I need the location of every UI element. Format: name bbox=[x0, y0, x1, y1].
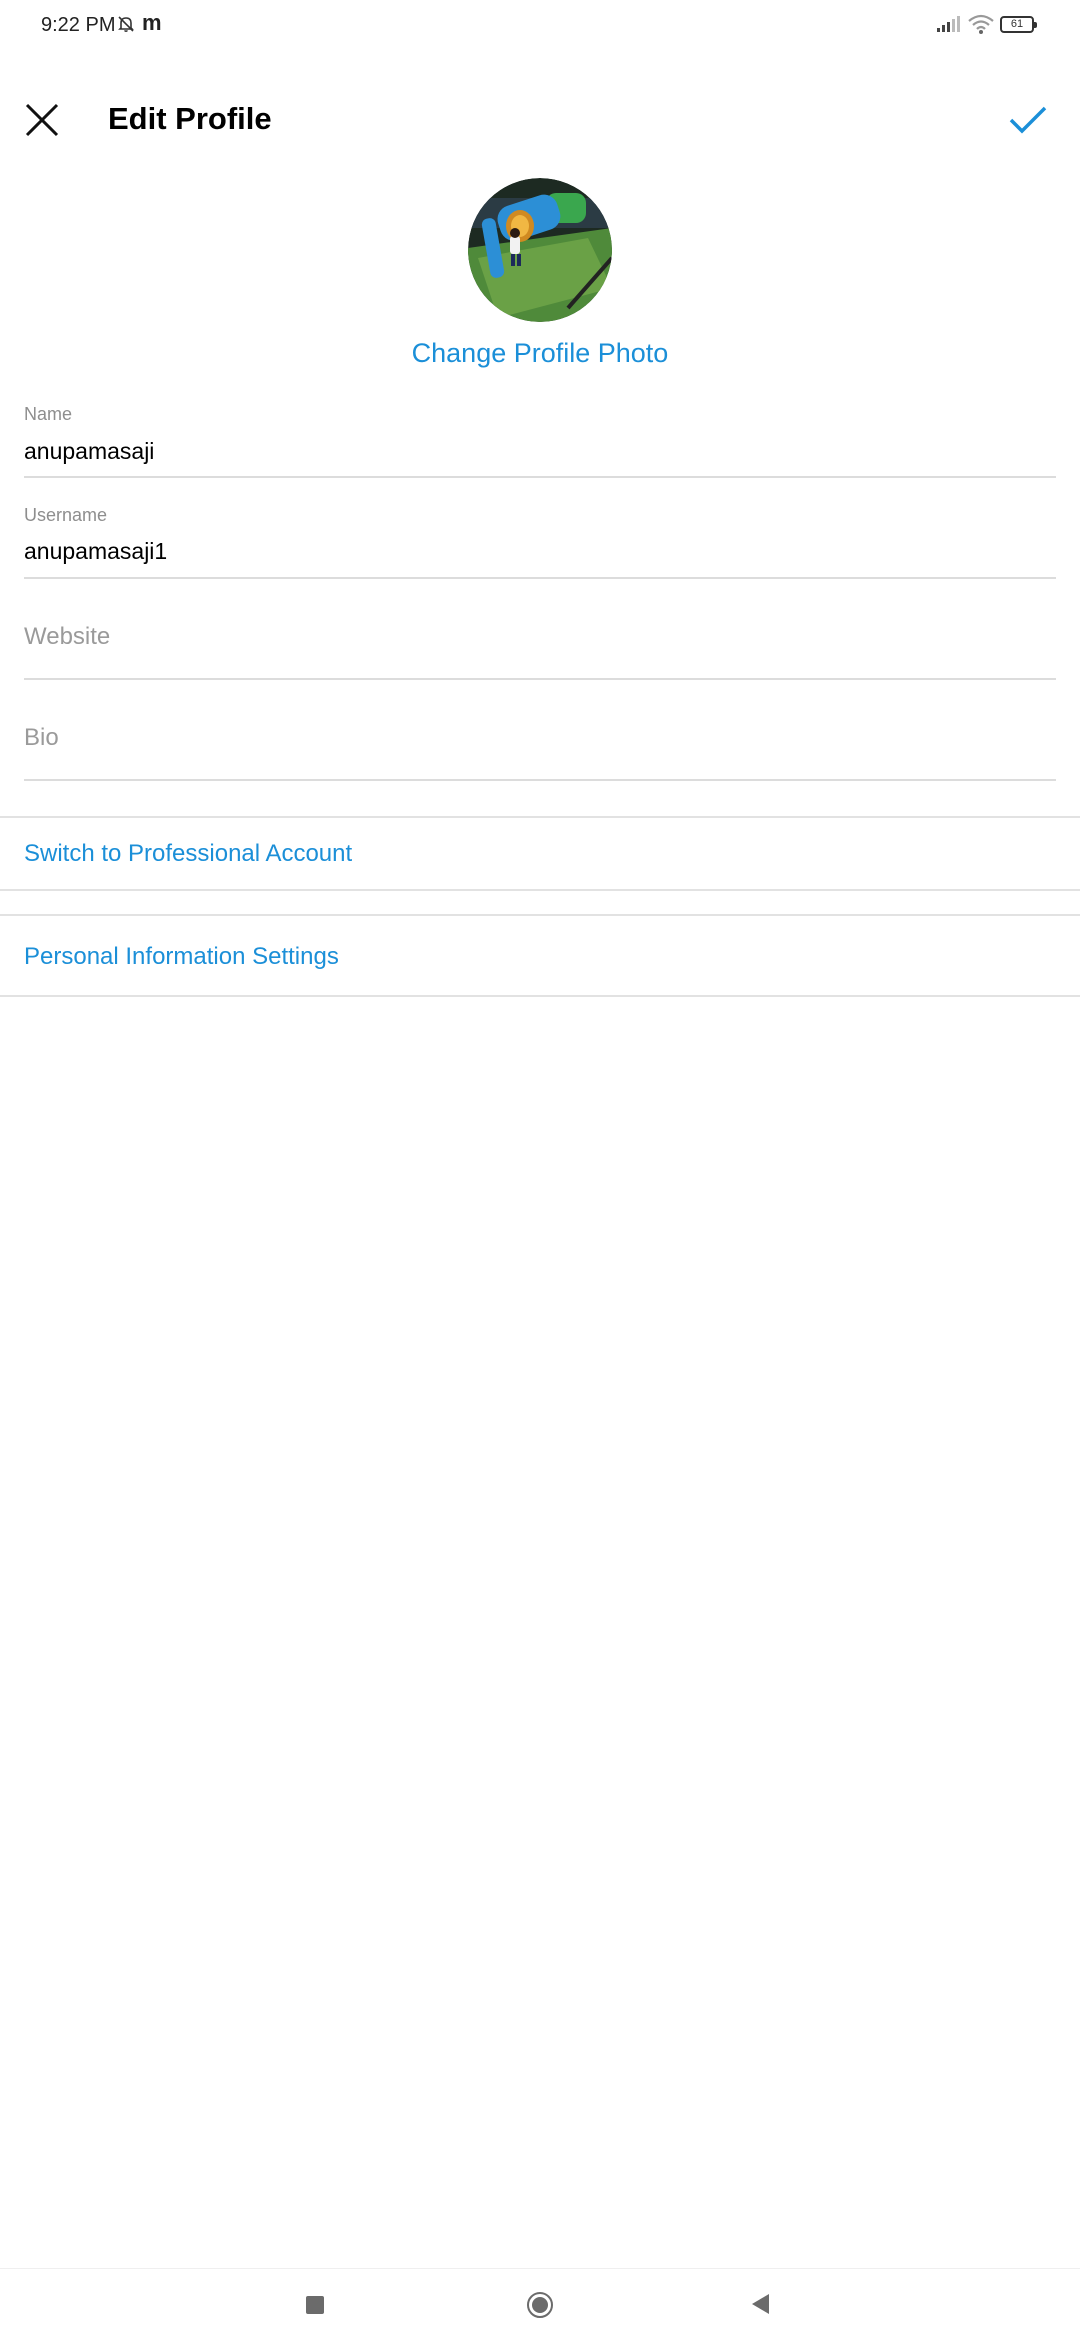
username-label: Username bbox=[24, 505, 108, 525]
section-divider bbox=[0, 889, 1080, 891]
battery-level: 61 bbox=[1010, 18, 1024, 30]
change-profile-photo-link[interactable]: Change Profile Photo bbox=[0, 338, 1080, 369]
home-icon[interactable] bbox=[527, 2292, 553, 2318]
bio-field[interactable]: Bio bbox=[24, 680, 1056, 781]
username-field[interactable]: Username anupamasaji1 bbox=[24, 502, 1056, 579]
mute-bell-icon bbox=[116, 14, 136, 39]
section-divider bbox=[0, 995, 1080, 997]
switch-professional-account-label: Switch to Professional Account bbox=[24, 840, 353, 867]
profile-avatar[interactable] bbox=[468, 178, 612, 322]
close-button[interactable] bbox=[18, 96, 66, 144]
bio-placeholder[interactable]: Bio bbox=[24, 724, 59, 752]
battery-icon: 61 bbox=[1000, 16, 1037, 33]
status-time: 9:22 PM bbox=[41, 14, 116, 36]
edit-profile-screen: 9:22 PM m 61 Edit Profile Change Profile… bbox=[0, 0, 1080, 2340]
status-bar: 9:22 PM m 61 bbox=[0, 0, 1080, 52]
switch-professional-account-link[interactable]: Switch to Professional Account bbox=[0, 818, 1080, 890]
wifi-icon bbox=[968, 14, 994, 39]
website-field[interactable]: Website bbox=[24, 580, 1056, 680]
signal-icon bbox=[936, 16, 960, 37]
app-notification-icon: m bbox=[142, 10, 162, 35]
website-placeholder[interactable]: Website bbox=[24, 623, 110, 651]
personal-information-settings-link[interactable]: Personal Information Settings bbox=[0, 921, 1080, 993]
username-value[interactable]: anupamasaji1 bbox=[24, 538, 167, 565]
page-title: Edit Profile bbox=[108, 101, 272, 136]
back-icon[interactable] bbox=[752, 2294, 769, 2314]
personal-information-settings-label: Personal Information Settings bbox=[24, 943, 339, 970]
name-value[interactable]: anupamasaji bbox=[24, 438, 154, 465]
avatar-photo bbox=[468, 178, 612, 322]
section-divider bbox=[0, 914, 1080, 916]
name-field[interactable]: Name anupamasaji bbox=[24, 400, 1056, 478]
recents-icon[interactable] bbox=[306, 2296, 324, 2314]
checkmark-icon bbox=[1009, 106, 1047, 134]
close-icon bbox=[25, 103, 59, 137]
done-button[interactable] bbox=[1004, 96, 1052, 144]
name-label: Name bbox=[24, 404, 73, 424]
